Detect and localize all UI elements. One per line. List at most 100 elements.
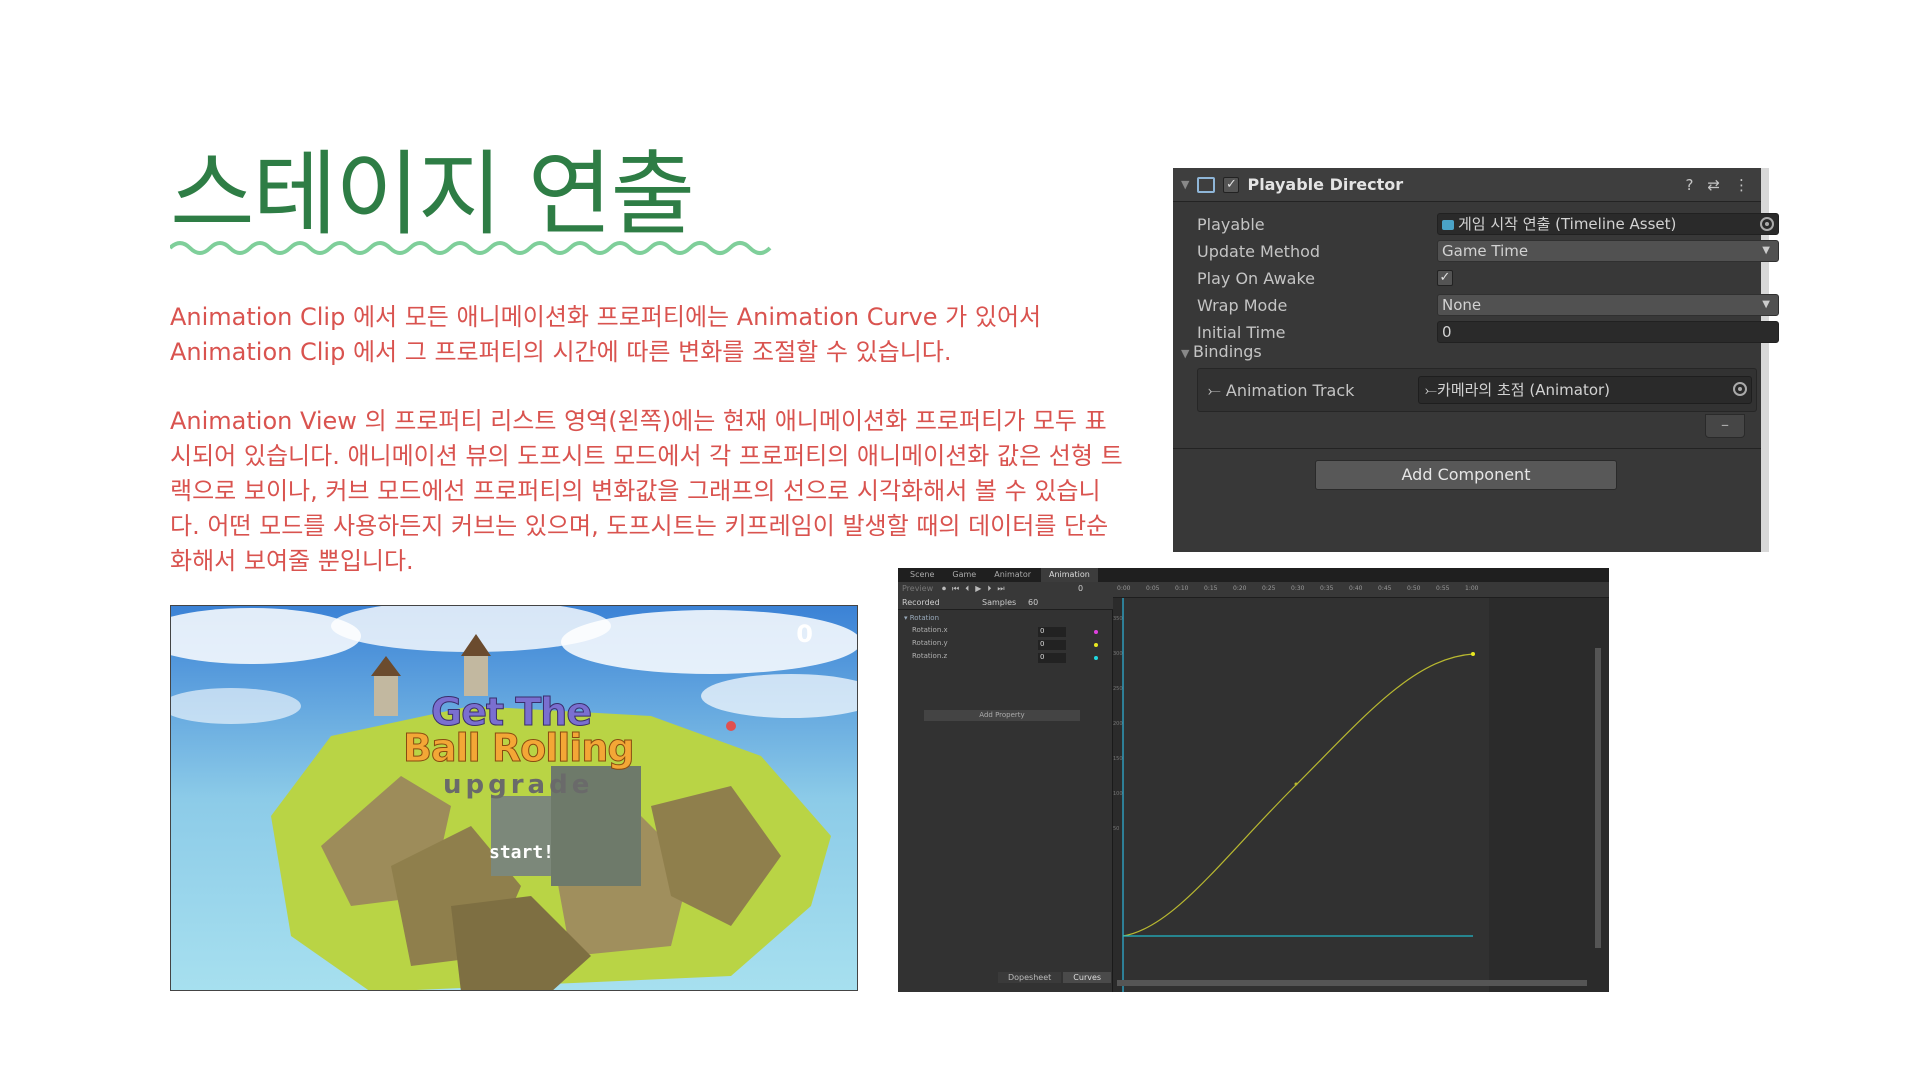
play-on-awake-checkbox[interactable]: ✓ bbox=[1437, 270, 1453, 286]
initial-time-label: Initial Time bbox=[1197, 322, 1286, 342]
foldout-arrow-icon: ▼ bbox=[1181, 347, 1193, 360]
context-menu-icon[interactable]: ⋮ bbox=[1734, 176, 1749, 194]
ruler-tick-label: 0:10 bbox=[1175, 585, 1189, 592]
tab-game[interactable]: Game bbox=[944, 568, 984, 582]
playback-buttons[interactable]: ⏺⏮⏴▶⏵⏭ bbox=[942, 584, 1011, 594]
preview-toggle[interactable]: Preview bbox=[902, 584, 933, 593]
wrap-mode-value: None bbox=[1442, 296, 1482, 314]
presets-icon[interactable]: ⇄ bbox=[1707, 176, 1720, 194]
ruler-tick-label: 0:15 bbox=[1204, 585, 1218, 592]
editor-tab-bar: Scene Game Animator Animation bbox=[898, 568, 1609, 582]
y-tick-label: 50 bbox=[1113, 826, 1119, 832]
y-tick-label: 150 bbox=[1113, 756, 1123, 762]
component-header[interactable]: ▼ ✓ Playable Director ? ⇄ ⋮ bbox=[1173, 168, 1761, 202]
tab-scene[interactable]: Scene bbox=[902, 568, 942, 582]
ruler-tick-label: 0:45 bbox=[1378, 585, 1392, 592]
play-on-awake-row: Play On Awake ✓ bbox=[1197, 266, 1757, 290]
timeline-asset-icon bbox=[1442, 219, 1454, 230]
dropdown-arrow-icon: ▼ bbox=[1762, 299, 1770, 310]
animation-track-icon: ⤚ bbox=[1208, 381, 1226, 400]
wrap-mode-label: Wrap Mode bbox=[1197, 295, 1288, 315]
playable-field[interactable]: 게임 시작 연출 (Timeline Asset) bbox=[1437, 213, 1779, 235]
game-screenshot: 0 Get The Ball Rolling upgrade start! bbox=[170, 605, 858, 991]
add-component-button[interactable]: Add Component bbox=[1315, 460, 1617, 490]
key-indicator bbox=[1094, 656, 1098, 660]
property-name: Rotation.y bbox=[912, 639, 948, 647]
horizontal-scrollbar bbox=[1117, 980, 1587, 986]
property-list: ▾ Rotation Rotation.x 0 Rotation.y 0 Rot… bbox=[898, 610, 1113, 992]
mode-tabs: Dopesheet Curves bbox=[998, 972, 1112, 983]
update-method-value: Game Time bbox=[1442, 242, 1529, 260]
property-name: Rotation.x bbox=[912, 626, 948, 634]
tab-dopesheet[interactable]: Dopesheet bbox=[998, 972, 1062, 983]
property-value[interactable]: 0 bbox=[1038, 640, 1066, 650]
tab-curves[interactable]: Curves bbox=[1063, 972, 1112, 983]
remove-binding-button[interactable]: – bbox=[1705, 414, 1745, 438]
ruler-tick-label: 0:50 bbox=[1407, 585, 1421, 592]
clip-dropdown[interactable]: Recorded bbox=[902, 598, 940, 607]
binding-object-field[interactable]: ⤚카메라의 초점 (Animator) bbox=[1418, 376, 1752, 404]
samples-label: Samples bbox=[982, 598, 1017, 607]
component-enabled-checkbox[interactable]: ✓ bbox=[1223, 176, 1240, 193]
game-subtitle: upgrade bbox=[443, 770, 594, 800]
ruler-tick-label: 0:00 bbox=[1117, 585, 1131, 592]
playable-director-inspector: ▼ ✓ Playable Director ? ⇄ ⋮ Playable 게임 … bbox=[1173, 168, 1779, 552]
dropdown-arrow-icon: ▼ bbox=[1762, 245, 1770, 256]
ruler-tick-label: 1:00 bbox=[1465, 585, 1479, 592]
curve-graph[interactable]: 350 300 250 200 150 100 50 bbox=[1113, 598, 1609, 992]
component-name: Playable Director bbox=[1247, 175, 1404, 194]
binding-track: ⤚ Animation Track bbox=[1208, 381, 1354, 401]
property-name: Rotation.z bbox=[912, 652, 948, 660]
timeline-ruler[interactable]: 0:00 0:05 0:10 0:15 0:20 0:25 0:30 0:35 0:40 0:45… bbox=[1113, 582, 1609, 598]
update-method-label: Update Method bbox=[1197, 241, 1321, 261]
property-row[interactable]: Rotation.z bbox=[912, 652, 947, 664]
y-tick-label: 250 bbox=[1113, 686, 1123, 692]
property-value[interactable]: 0 bbox=[1038, 627, 1066, 637]
property-row[interactable]: Rotation.y bbox=[912, 639, 948, 651]
help-icon[interactable]: ? bbox=[1685, 176, 1693, 194]
update-method-dropdown[interactable]: Game Time ▼ bbox=[1437, 240, 1779, 262]
key-indicator bbox=[1094, 643, 1098, 647]
animator-icon: ⤚ bbox=[1425, 381, 1438, 399]
binding-list: ⤚ Animation Track ⤚카메라의 초점 (Animator) bbox=[1197, 368, 1757, 412]
initial-time-input[interactable]: 0 bbox=[1437, 321, 1779, 343]
ruler-tick-label: 0:20 bbox=[1233, 585, 1247, 592]
update-method-row: Update Method Game Time ▼ bbox=[1197, 239, 1779, 263]
add-property-button[interactable]: Add Property bbox=[924, 710, 1080, 721]
wrap-mode-row: Wrap Mode None ▼ bbox=[1197, 293, 1779, 317]
ruler-tick-label: 0:40 bbox=[1349, 585, 1363, 592]
playable-value: 게임 시작 연출 (Timeline Asset) bbox=[1458, 215, 1677, 233]
samples-input[interactable]: 60 bbox=[1028, 598, 1038, 607]
binding-value: 카메라의 초점 (Animator) bbox=[1437, 381, 1611, 399]
tab-animator[interactable]: Animator bbox=[986, 568, 1039, 582]
slide-title: 스테이지 연출 bbox=[170, 141, 695, 248]
ruler-tick-label: 0:05 bbox=[1146, 585, 1160, 592]
playable-row: Playable 게임 시작 연출 (Timeline Asset) bbox=[1197, 212, 1779, 236]
playable-director-icon bbox=[1197, 176, 1216, 193]
property-group-label: Rotation bbox=[909, 614, 940, 622]
animation-controls: Preview ⏺⏮⏴▶⏵⏭ 0 Recorded Samples 60 bbox=[898, 582, 1113, 610]
foldout-arrow-icon[interactable]: ▼ bbox=[1181, 178, 1189, 191]
divider bbox=[1173, 448, 1761, 449]
binding-track-label: Animation Track bbox=[1225, 381, 1355, 400]
property-group[interactable]: ▾ Rotation bbox=[904, 614, 939, 626]
tab-animation[interactable]: Animation bbox=[1041, 568, 1098, 582]
ruler-tick-label: 0:35 bbox=[1320, 585, 1334, 592]
ruler-tick-label: 0:25 bbox=[1262, 585, 1276, 592]
paragraph-animation-clip: Animation Clip 에서 모든 애니메이션화 프로퍼티에는 Anima… bbox=[170, 303, 1042, 366]
y-tick-label: 350 bbox=[1113, 616, 1123, 622]
frame-input[interactable]: 0 bbox=[1078, 584, 1083, 593]
y-tick-label: 200 bbox=[1113, 721, 1123, 727]
bindings-foldout[interactable]: ▼ Bindings bbox=[1181, 342, 1262, 361]
game-title-line2: Ball Rolling bbox=[403, 726, 636, 771]
object-picker-icon[interactable] bbox=[1760, 217, 1774, 231]
start-button[interactable]: start! bbox=[489, 842, 554, 863]
property-value[interactable]: 0 bbox=[1038, 653, 1066, 663]
ruler-tick-label: 0:30 bbox=[1291, 585, 1305, 592]
object-picker-icon[interactable] bbox=[1733, 382, 1747, 396]
ruler-tick-label: 0:55 bbox=[1436, 585, 1450, 592]
property-row[interactable]: Rotation.x bbox=[912, 626, 948, 638]
keyframe-point bbox=[1471, 652, 1475, 656]
keyframe-point bbox=[1294, 782, 1298, 786]
wrap-mode-dropdown[interactable]: None ▼ bbox=[1437, 294, 1779, 316]
